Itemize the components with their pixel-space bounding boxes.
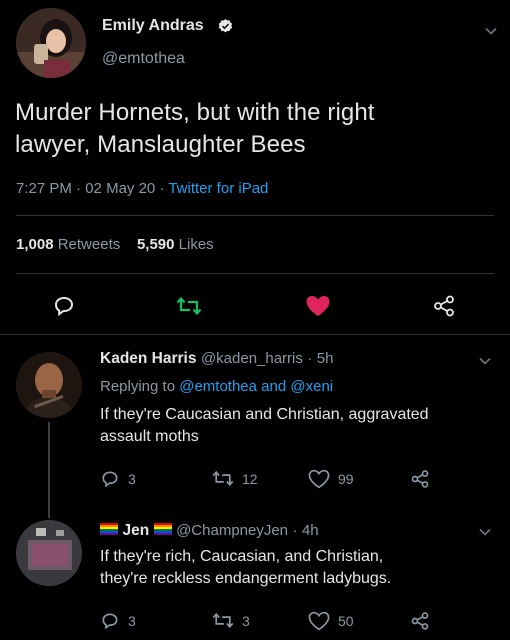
tweet-text: Murder Hornets, but with the right lawye… [15, 97, 505, 161]
like-count: 50 [338, 613, 354, 629]
meta-separator: · [159, 180, 169, 197]
retweets-count: 1,008 [16, 236, 54, 253]
divider [0, 334, 510, 335]
share-icon [434, 295, 454, 317]
replying-prefix: Replying to [100, 378, 176, 395]
retweet-count: 3 [242, 612, 250, 629]
reply-age[interactable]: 5h [317, 350, 334, 367]
retweets-label: Retweets [57, 236, 121, 253]
reply-icon [54, 296, 74, 317]
replying-user-link[interactable]: @emtothea [179, 378, 257, 395]
like-heart-icon [308, 469, 330, 489]
reply-icon [102, 613, 118, 630]
replying-to: Replying to @emtothea and @xeni [100, 378, 333, 395]
tweet-time[interactable]: 7:27 PM [16, 180, 72, 197]
reply-text: If they're rich, Caucasian, and Christia… [100, 546, 505, 590]
author-name[interactable]: Emily Andras [102, 17, 204, 35]
replying-user-link[interactable]: @xeni [290, 378, 333, 395]
reply-author-name[interactable]: Kaden Harris [100, 350, 196, 367]
retweet-icon [212, 612, 234, 629]
retweet-icon [176, 296, 202, 316]
reply-reply-button[interactable]: 3 [100, 611, 136, 631]
reply-author-handle[interactable]: @kaden_harris [201, 350, 303, 367]
author-handle[interactable]: @emtothea [102, 50, 185, 68]
rainbow-flag-icon [153, 523, 172, 535]
reply-count: 3 [128, 613, 136, 629]
reply-text-line-1: If they're Caucasian and Christian, aggr… [100, 406, 429, 423]
tweet-text-line-1: Murder Hornets, but with the right [15, 99, 375, 126]
meta-separator: · [76, 180, 86, 197]
reply-retweet-button[interactable]: 12 [212, 469, 258, 488]
reply-age[interactable]: 4h [302, 522, 319, 539]
reply-avatar[interactable] [16, 520, 82, 586]
author-avatar[interactable] [16, 8, 86, 78]
rainbow-flag-icon [100, 523, 118, 535]
reply-like-button[interactable]: 50 [308, 611, 354, 631]
reply-header: Kaden Harris @kaden_harris · 5h [100, 350, 333, 368]
retweet-count: 12 [242, 470, 258, 487]
tweet-source[interactable]: Twitter for iPad [168, 180, 268, 197]
reply-text: If they're Caucasian and Christian, aggr… [100, 404, 505, 448]
reply-icon [102, 471, 118, 488]
meta-separator: · [307, 350, 313, 367]
like-count: 99 [338, 471, 354, 487]
reply-share-button[interactable] [410, 611, 430, 631]
reply-share-button[interactable] [410, 469, 430, 489]
like-heart-icon [308, 611, 330, 631]
tweet-date[interactable]: 02 May 20 [85, 180, 155, 197]
reply-text-line-1: If they're rich, Caucasian, and Christia… [100, 548, 384, 565]
reply-avatar[interactable] [16, 352, 82, 418]
likes-stat[interactable]: 5,590 Likes [137, 236, 214, 253]
divider [16, 273, 494, 274]
thread-line [48, 422, 50, 518]
chevron-down-icon[interactable] [478, 525, 492, 539]
tweet-meta: 7:27 PM · 02 May 20 · Twitter for iPad [16, 180, 268, 197]
like-button[interactable] [305, 294, 331, 318]
tweet-text-line-2: lawyer, Manslaughter Bees [15, 131, 306, 158]
divider [16, 215, 494, 216]
share-icon [411, 470, 429, 488]
chevron-down-icon[interactable] [478, 354, 492, 368]
tweet-stats: 1,008 Retweets 5,590 Likes [16, 236, 214, 253]
reply-retweet-button[interactable]: 3 [212, 611, 250, 630]
chevron-down-icon[interactable] [484, 24, 498, 38]
reply-count: 3 [128, 471, 136, 487]
reply-text-line-2: assault moths [100, 428, 199, 445]
likes-label: Likes [178, 236, 214, 253]
retweets-stat[interactable]: 1,008 Retweets [16, 236, 124, 253]
share-icon [411, 612, 429, 630]
reply-author-handle[interactable]: @ChampneyJen [176, 522, 288, 539]
reply-author-name[interactable]: Jen [122, 522, 149, 539]
reply-header: Jen @ChampneyJen · 4h [100, 522, 319, 540]
share-button[interactable] [432, 294, 456, 318]
meta-separator: · [292, 522, 298, 539]
reply-text-line-2: they're reckless endangerment ladybugs. [100, 570, 392, 587]
verified-badge-icon [218, 19, 233, 33]
reply-like-button[interactable]: 99 [308, 469, 354, 489]
reply-button[interactable] [52, 294, 76, 318]
retweet-icon [212, 470, 234, 487]
replying-and: and [261, 378, 287, 395]
like-heart-icon [306, 296, 330, 316]
reply-reply-button[interactable]: 3 [100, 469, 136, 489]
retweet-button[interactable] [176, 295, 202, 317]
likes-count: 5,590 [136, 236, 175, 253]
